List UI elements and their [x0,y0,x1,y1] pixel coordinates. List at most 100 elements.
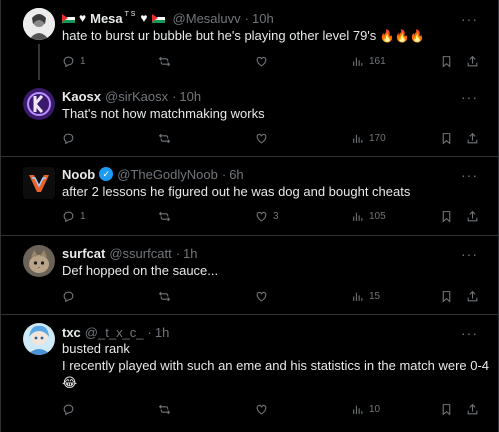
share-icon [467,55,478,66]
reply-count: 1 [80,55,86,67]
tweet-txc[interactable]: txc @_t_x_c_ · 1h ··· busted rank I rece… [1,315,498,432]
tweet-kaosx[interactable]: Kaosx @sirKaosx · 10h ··· That's not how… [1,80,498,156]
like-button[interactable] [255,53,273,69]
bookmark-icon [442,132,451,145]
views-button[interactable]: 105 [351,208,386,224]
like-button[interactable]: 3 [255,208,279,224]
views-button[interactable]: 170 [351,130,386,146]
reply-icon [63,56,74,67]
action-bar: 170 [62,130,482,146]
timestamp[interactable]: 10h [179,89,201,104]
share-button[interactable] [466,130,479,146]
display-name[interactable]: Noob [62,167,95,182]
bookmark-button[interactable] [440,130,453,146]
reply-icon [63,211,74,222]
retweet-icon [158,56,171,66]
handle[interactable]: @_t_x_c_ [85,325,144,340]
tweet-mesa[interactable]: ♥ Mesa T S ♥ @Mesaluvv · 10h ··· hate to… [1,0,498,80]
tweet-noob[interactable]: Noob ✓ @TheGodlyNoob · 6h ··· after 2 le… [1,157,498,235]
tweet-header: surfcat @ssurfcatt · 1h [62,245,198,261]
retweet-icon [158,291,171,301]
more-options-icon[interactable]: ··· [461,168,478,182]
handle[interactable]: @Mesaluvv [173,11,241,26]
laughing-emoji-icon: 😂 [62,375,78,390]
display-name[interactable]: txc [62,325,81,340]
reply-button[interactable]: 1 [62,53,86,69]
more-options-icon[interactable]: ··· [461,12,478,26]
more-options-icon[interactable]: ··· [461,90,478,104]
display-name[interactable]: Kaosx [62,89,101,104]
views-count: 105 [369,210,386,222]
avatar[interactable] [23,167,55,199]
tweet-text: That's not how matchmaking works [62,105,265,122]
views-button[interactable]: 15 [351,288,380,304]
name-superscript: T S [124,10,136,18]
share-icon [467,132,478,143]
avatar[interactable] [23,8,55,40]
tweet-surfcat[interactable]: surfcat @ssurfcatt · 1h ··· Def hopped o… [1,236,498,314]
tweet-text-line: Def hopped on the sauce... [62,263,219,278]
retweet-button[interactable] [158,288,176,304]
more-options-icon[interactable]: ··· [461,247,478,261]
display-name[interactable]: surfcat [62,246,105,261]
avatar[interactable] [23,245,55,277]
reply-thread-feed: ♥ Mesa T S ♥ @Mesaluvv · 10h ··· hate to… [0,0,499,432]
action-bar: 15 [62,288,482,304]
retweet-button[interactable] [158,53,176,69]
retweet-button[interactable] [158,208,176,224]
bookmark-button[interactable] [440,208,453,224]
timestamp[interactable]: 6h [229,167,243,182]
retweet-icon [158,404,171,414]
like-icon [256,211,267,221]
handle[interactable]: @ssurfcatt [109,246,171,261]
tweet-text: after 2 lessons he figured out he was do… [62,183,410,200]
verified-badge-icon: ✓ [99,167,114,181]
tweet-text-line: after 2 lessons he figured out he was do… [62,184,411,199]
separator: · [175,245,181,261]
heart-emoji-icon: ♥ [140,11,148,25]
like-icon [256,56,267,66]
views-button[interactable]: 161 [351,53,386,69]
retweet-button[interactable] [158,130,176,146]
bookmark-button[interactable] [440,53,453,69]
like-button[interactable] [255,401,273,417]
bookmark-button[interactable] [440,288,453,304]
views-count: 170 [369,132,386,144]
share-button[interactable] [466,208,479,224]
timestamp[interactable]: 1h [183,246,197,261]
reply-button[interactable] [62,401,80,417]
views-count: 15 [369,290,381,302]
share-button[interactable] [466,401,479,417]
views-count: 161 [369,55,386,67]
views-icon [353,57,363,66]
retweet-button[interactable] [158,401,176,417]
separator: · [172,88,177,104]
avatar[interactable] [23,323,55,355]
reply-button[interactable] [62,288,80,304]
action-bar: 1 3 105 [62,208,482,224]
views-button[interactable]: 10 [351,401,380,417]
more-options-icon[interactable]: ··· [461,326,478,340]
like-button[interactable] [255,288,273,304]
share-icon [467,210,478,221]
share-icon [467,403,478,414]
timestamp[interactable]: 10h [252,11,274,26]
retweet-icon [158,133,171,143]
bookmark-button[interactable] [440,401,453,417]
views-count: 10 [369,403,381,415]
timestamp[interactable]: 1h [155,325,169,340]
separator: · [221,166,227,182]
tweet-text-line: hate to burst ur bubble but he's playing… [62,28,377,43]
share-button[interactable] [466,53,479,69]
like-button[interactable] [255,130,273,146]
handle[interactable]: @sirKaosx [105,89,168,104]
avatar[interactable] [23,88,55,120]
handle[interactable]: @TheGodlyNoob [117,167,218,182]
action-bar: 1 161 [62,53,482,69]
heart-emoji-icon: ♥ [79,11,87,25]
tweet-header: Noob ✓ @TheGodlyNoob · 6h [62,166,244,182]
reply-button[interactable] [62,130,80,146]
display-name[interactable]: Mesa [90,11,123,26]
reply-button[interactable]: 1 [62,208,86,224]
share-button[interactable] [466,288,479,304]
